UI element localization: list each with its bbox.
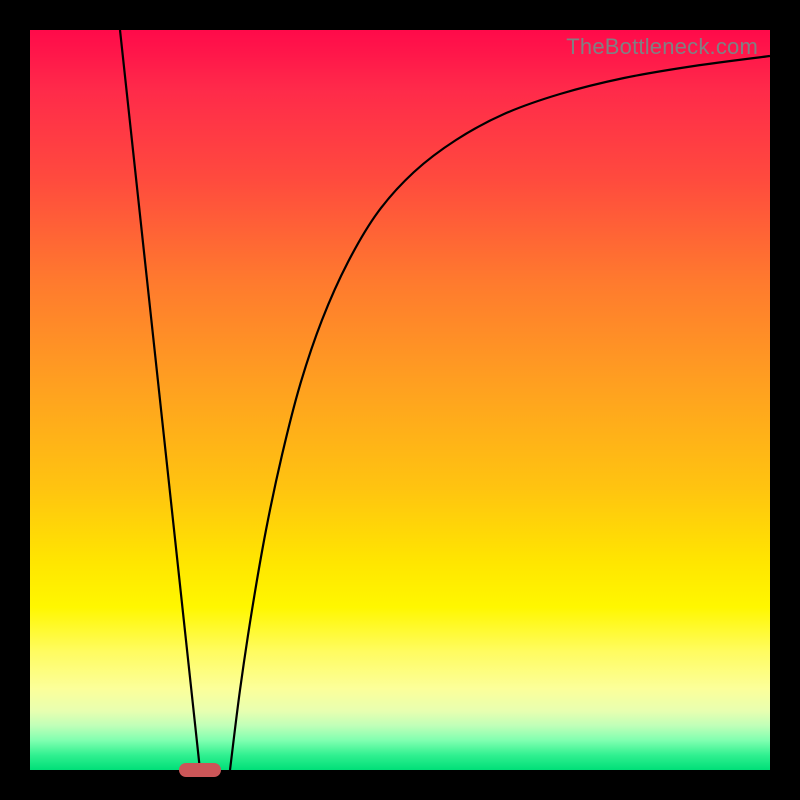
curve-layer <box>30 30 770 770</box>
chart-frame: TheBottleneck.com <box>0 0 800 800</box>
right-curve <box>230 56 770 770</box>
plot-area: TheBottleneck.com <box>30 30 770 770</box>
bottleneck-marker <box>179 763 221 777</box>
left-line <box>120 30 200 770</box>
